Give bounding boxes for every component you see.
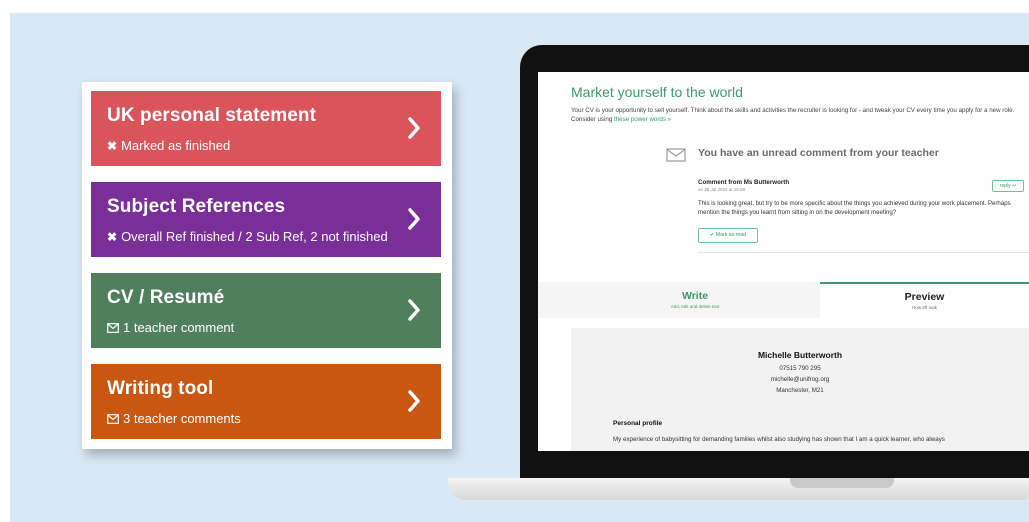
- chevron-right-icon: [408, 208, 420, 230]
- cv-section-heading: Personal profile: [613, 420, 663, 427]
- card-status-text: 3 teacher comments: [123, 411, 241, 426]
- power-words-link[interactable]: these power words »: [614, 116, 671, 123]
- laptop-screen: Market yourself to the world Your CV is …: [538, 72, 1029, 451]
- card-status-text: Marked as finished: [121, 138, 231, 153]
- mark-as-read-button[interactable]: ✔ Mark as read: [698, 228, 758, 243]
- comment-author: Comment from Ms Butterworth: [698, 179, 790, 186]
- card-title: Subject References: [107, 196, 286, 217]
- card-subject-references[interactable]: Subject References ✖ Overall Ref finishe…: [91, 182, 441, 257]
- cv-profile-text: My experience of babysitting for demandi…: [613, 436, 945, 443]
- laptop-base: [448, 478, 1029, 500]
- cv-name: Michelle Butterworth: [757, 350, 843, 360]
- card-status: 3 teacher comments: [107, 411, 241, 426]
- task-card-panel: UK personal statement ✖ Marked as finish…: [82, 82, 452, 449]
- mail-icon: [107, 322, 119, 333]
- comment-body: This is looking great, but try to be mor…: [698, 200, 1011, 216]
- card-cv-resume[interactable]: CV / Resumé 1 teacher comment: [91, 273, 441, 348]
- divider: [698, 252, 1029, 253]
- chevron-right-icon: [408, 299, 420, 321]
- tab-write-sub: Add, edit and delete text: [670, 304, 720, 309]
- card-title: UK personal statement: [107, 105, 317, 126]
- card-title: CV / Resumé: [107, 287, 225, 308]
- card-title: Writing tool: [107, 378, 214, 399]
- mail-icon: [107, 413, 119, 424]
- reply-button[interactable]: reply ↩: [992, 180, 1024, 192]
- card-status: ✖ Marked as finished: [107, 138, 230, 153]
- tab-preview[interactable]: Preview How it'll look: [820, 282, 1029, 318]
- page-title: Market yourself to the world: [571, 84, 743, 100]
- x-icon: ✖: [107, 229, 118, 244]
- chevron-right-icon: [408, 117, 420, 139]
- laptop-notch: [790, 478, 894, 488]
- chevron-right-icon: [408, 390, 420, 412]
- tab-write[interactable]: Write Add, edit and delete text: [571, 282, 819, 318]
- comment-date: on 25 Jul 2022 at 15:58: [698, 187, 746, 192]
- card-status-text: Overall Ref finished / 2 Sub Ref, 2 not …: [121, 229, 388, 244]
- cv-location: Manchester, M21: [776, 387, 824, 394]
- tab-write-label: Write: [681, 290, 709, 302]
- x-icon: ✖: [107, 138, 118, 153]
- card-status-text: 1 teacher comment: [123, 320, 235, 335]
- unread-comment-notice: You have an unread comment from your tea…: [698, 147, 939, 159]
- tab-preview-sub: How it'll look: [912, 305, 937, 310]
- mail-icon: [666, 148, 686, 162]
- card-status: 1 teacher comment: [107, 320, 234, 335]
- cv-email: michelle@unifrog.org: [770, 376, 830, 383]
- card-writing-tool[interactable]: Writing tool 3 teacher comments: [91, 364, 441, 439]
- tab-preview-label: Preview: [904, 291, 945, 303]
- cv-phone: 07515 790 295: [779, 365, 821, 372]
- card-status: ✖ Overall Ref finished / 2 Sub Ref, 2 no…: [107, 229, 388, 244]
- intro-text: Your CV is your opportunity to sell your…: [571, 106, 1029, 124]
- card-uk-personal-statement[interactable]: UK personal statement ✖ Marked as finish…: [91, 91, 441, 166]
